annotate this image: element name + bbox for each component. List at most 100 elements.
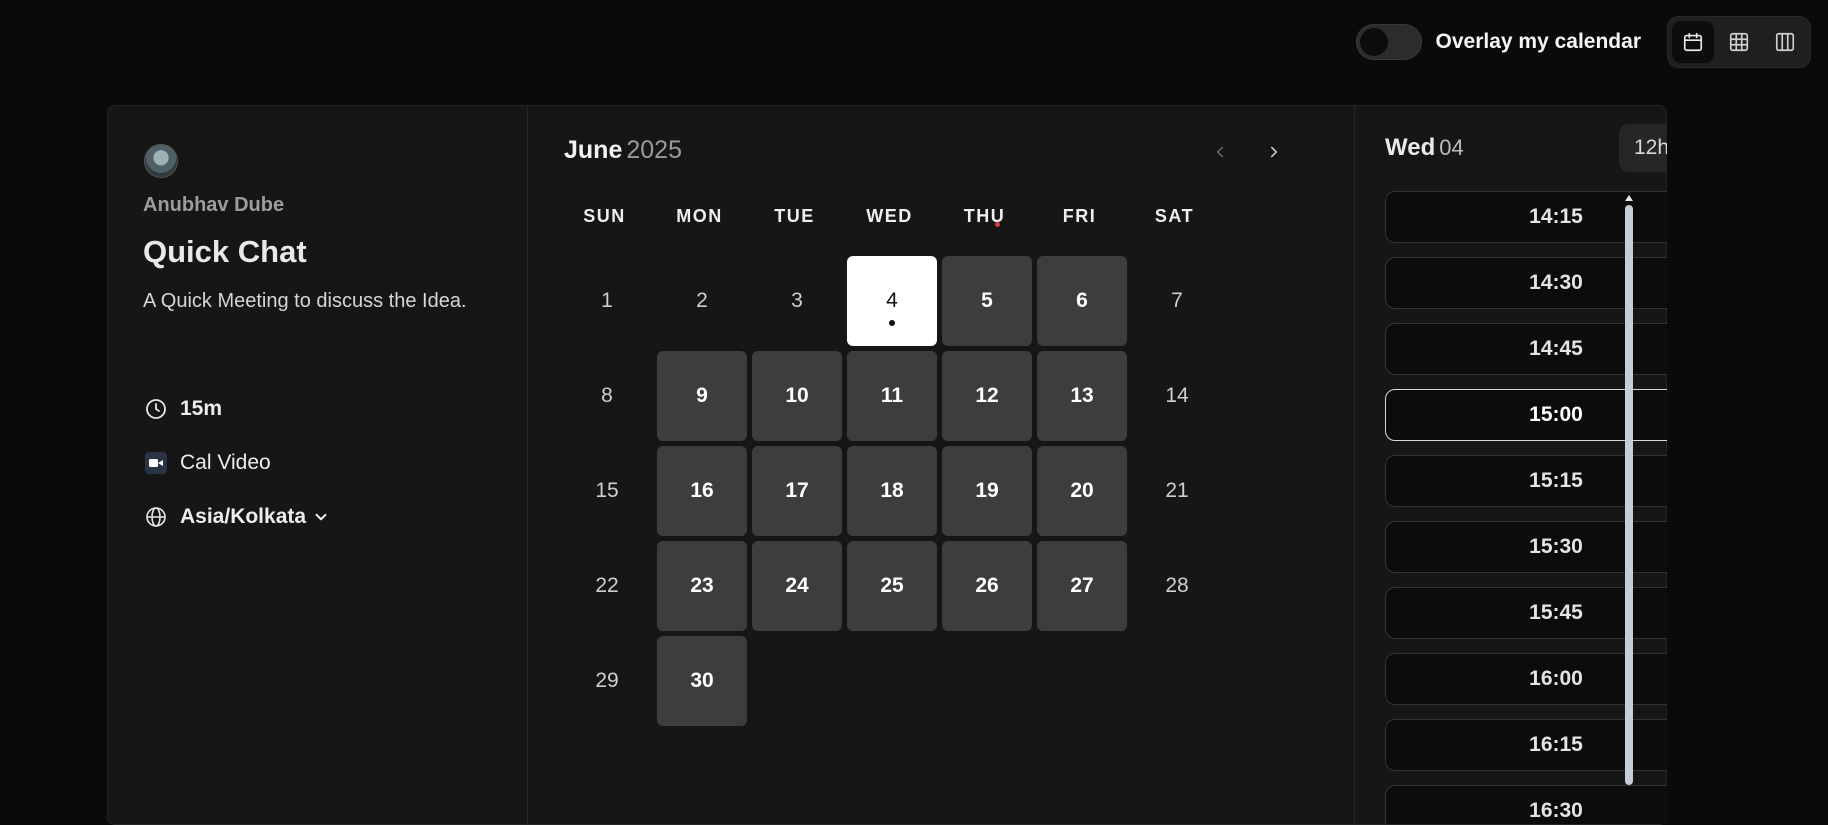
calendar-month-icon xyxy=(1683,32,1703,52)
weekday-label: SUN xyxy=(583,206,626,226)
calendar-day-18[interactable]: 18 xyxy=(847,446,937,536)
calendar-day-3: 3 xyxy=(752,256,842,346)
day-number: 24 xyxy=(785,574,809,597)
event-description: A Quick Meeting to discuss the Idea. xyxy=(143,290,467,312)
day-number: 15 xyxy=(595,479,619,502)
overlay-calendar-toggle[interactable] xyxy=(1355,24,1422,60)
today-indicator-dot xyxy=(995,222,1000,227)
weekday-label: MON xyxy=(676,206,723,226)
calendar-day-8: 8 xyxy=(562,351,652,441)
day-number: 22 xyxy=(595,574,619,597)
day-number: 1 xyxy=(601,289,613,312)
day-number: 4 xyxy=(886,289,898,312)
calendar-day-6[interactable]: 6 xyxy=(1037,256,1127,346)
weekday-header-row: SUN MON TUE WED THU FRI SAT xyxy=(557,206,1222,227)
weekly-grid-view-button[interactable] xyxy=(1718,21,1760,63)
duration-text: 15m xyxy=(180,397,223,420)
day-number: 6 xyxy=(1076,289,1088,312)
calendar-panel: June 2025 SUN MON TUE WED THU FRI SAT 123456789… xyxy=(528,106,1355,824)
calendar-day-14: 14 xyxy=(1132,351,1222,441)
weekday-label: SAT xyxy=(1154,206,1195,226)
event-location: Cal Video xyxy=(143,450,271,476)
calendar-day-24[interactable]: 24 xyxy=(752,541,842,631)
calendar-day-2: 2 xyxy=(657,256,747,346)
day-number: 2 xyxy=(696,289,708,312)
event-info-panel: Anubhav Dube Quick Chat A Quick Meeting … xyxy=(108,106,528,824)
clock-icon xyxy=(143,396,169,422)
calendar-day-17[interactable]: 17 xyxy=(752,446,842,536)
calendar-day-22: 22 xyxy=(562,541,652,631)
chevron-down-icon xyxy=(315,513,327,521)
day-number: 17 xyxy=(785,479,809,502)
calendar-day-26[interactable]: 26 xyxy=(942,541,1032,631)
timezone-text: Asia/Kolkata xyxy=(180,505,307,528)
calendar-day-16[interactable]: 16 xyxy=(657,446,747,536)
host-avatar xyxy=(144,144,178,178)
day-number: 11 xyxy=(880,384,904,407)
top-bar: Overlay my calendar xyxy=(1355,16,1811,68)
day-number: 26 xyxy=(975,574,999,597)
selected-day-name: Wed xyxy=(1385,134,1436,161)
weekday-label: TUE xyxy=(774,206,815,226)
calendar-day-11[interactable]: 11 xyxy=(847,351,937,441)
weekday-label: THU xyxy=(963,206,1006,227)
selected-day-number: 04 xyxy=(1439,135,1464,160)
day-number: 5 xyxy=(981,289,993,312)
time-slot-button[interactable]: 16:30 xyxy=(1385,785,1667,824)
day-number: 16 xyxy=(690,479,714,502)
day-number: 14 xyxy=(1165,384,1189,407)
calendar-day-19[interactable]: 19 xyxy=(942,446,1032,536)
month-heading: June 2025 xyxy=(564,136,682,165)
overlay-calendar-label: Overlay my calendar xyxy=(1435,30,1641,53)
calendar-day-25[interactable]: 25 xyxy=(847,541,937,631)
calendar-day-12[interactable]: 12 xyxy=(942,351,1032,441)
day-number: 28 xyxy=(1165,574,1189,597)
calendar-day-27[interactable]: 27 xyxy=(1037,541,1127,631)
day-number: 23 xyxy=(690,574,714,597)
calendar-day-15: 15 xyxy=(562,446,652,536)
grid-view-icon xyxy=(1729,32,1749,52)
calendar-day-9[interactable]: 9 xyxy=(657,351,747,441)
layout-view-switch xyxy=(1667,16,1811,68)
calendar-day-28: 28 xyxy=(1132,541,1222,631)
calendar-day-20[interactable]: 20 xyxy=(1037,446,1127,536)
day-number: 8 xyxy=(601,384,613,407)
event-duration: 15m xyxy=(143,396,222,422)
location-text: Cal Video xyxy=(180,451,271,474)
12h-format-button[interactable]: 12h xyxy=(1623,128,1667,168)
event-title: Quick Chat xyxy=(143,234,307,269)
column-view-icon xyxy=(1775,32,1795,52)
globe-icon xyxy=(143,504,169,530)
calendar-day-10[interactable]: 10 xyxy=(752,351,842,441)
month-name: June xyxy=(564,136,623,164)
day-number: 30 xyxy=(690,669,714,692)
time-format-switch: 12h 24h xyxy=(1619,124,1667,172)
calendar-day-23[interactable]: 23 xyxy=(657,541,747,631)
weekday-label: WED xyxy=(866,206,913,226)
previous-month-button[interactable] xyxy=(1206,138,1234,166)
scroll-up-arrow-icon[interactable] xyxy=(1625,195,1633,201)
next-month-button[interactable] xyxy=(1260,138,1288,166)
day-number: 13 xyxy=(1070,384,1094,407)
toggle-knob xyxy=(1359,28,1388,56)
day-number: 3 xyxy=(791,289,803,312)
selected-date-heading: Wed 04 xyxy=(1385,134,1464,162)
timezone-selector[interactable]: Asia/Kolkata xyxy=(143,504,330,530)
day-number: 12 xyxy=(975,384,999,407)
scrollbar-thumb[interactable] xyxy=(1625,205,1633,785)
column-view-button[interactable] xyxy=(1764,21,1806,63)
calendar-day-21: 21 xyxy=(1132,446,1222,536)
calendar-day-5[interactable]: 5 xyxy=(942,256,1032,346)
calendar-day-30[interactable]: 30 xyxy=(657,636,747,726)
slots-scrollbar[interactable] xyxy=(1625,195,1633,787)
time-slots-panel: Wed04 12h 24h 14:1514:3014:4515:0015:151… xyxy=(1355,106,1667,824)
video-camera-icon xyxy=(143,450,169,476)
calendar-day-1: 1 xyxy=(562,256,652,346)
calendar-day-13[interactable]: 13 xyxy=(1037,351,1127,441)
selected-day-dot xyxy=(889,320,895,326)
day-number: 9 xyxy=(696,384,708,407)
day-number: 21 xyxy=(1165,479,1189,502)
calendar-day-4[interactable]: 4 xyxy=(847,256,937,346)
month-view-button[interactable] xyxy=(1672,21,1714,63)
weekday-label: FRI xyxy=(1062,206,1097,226)
